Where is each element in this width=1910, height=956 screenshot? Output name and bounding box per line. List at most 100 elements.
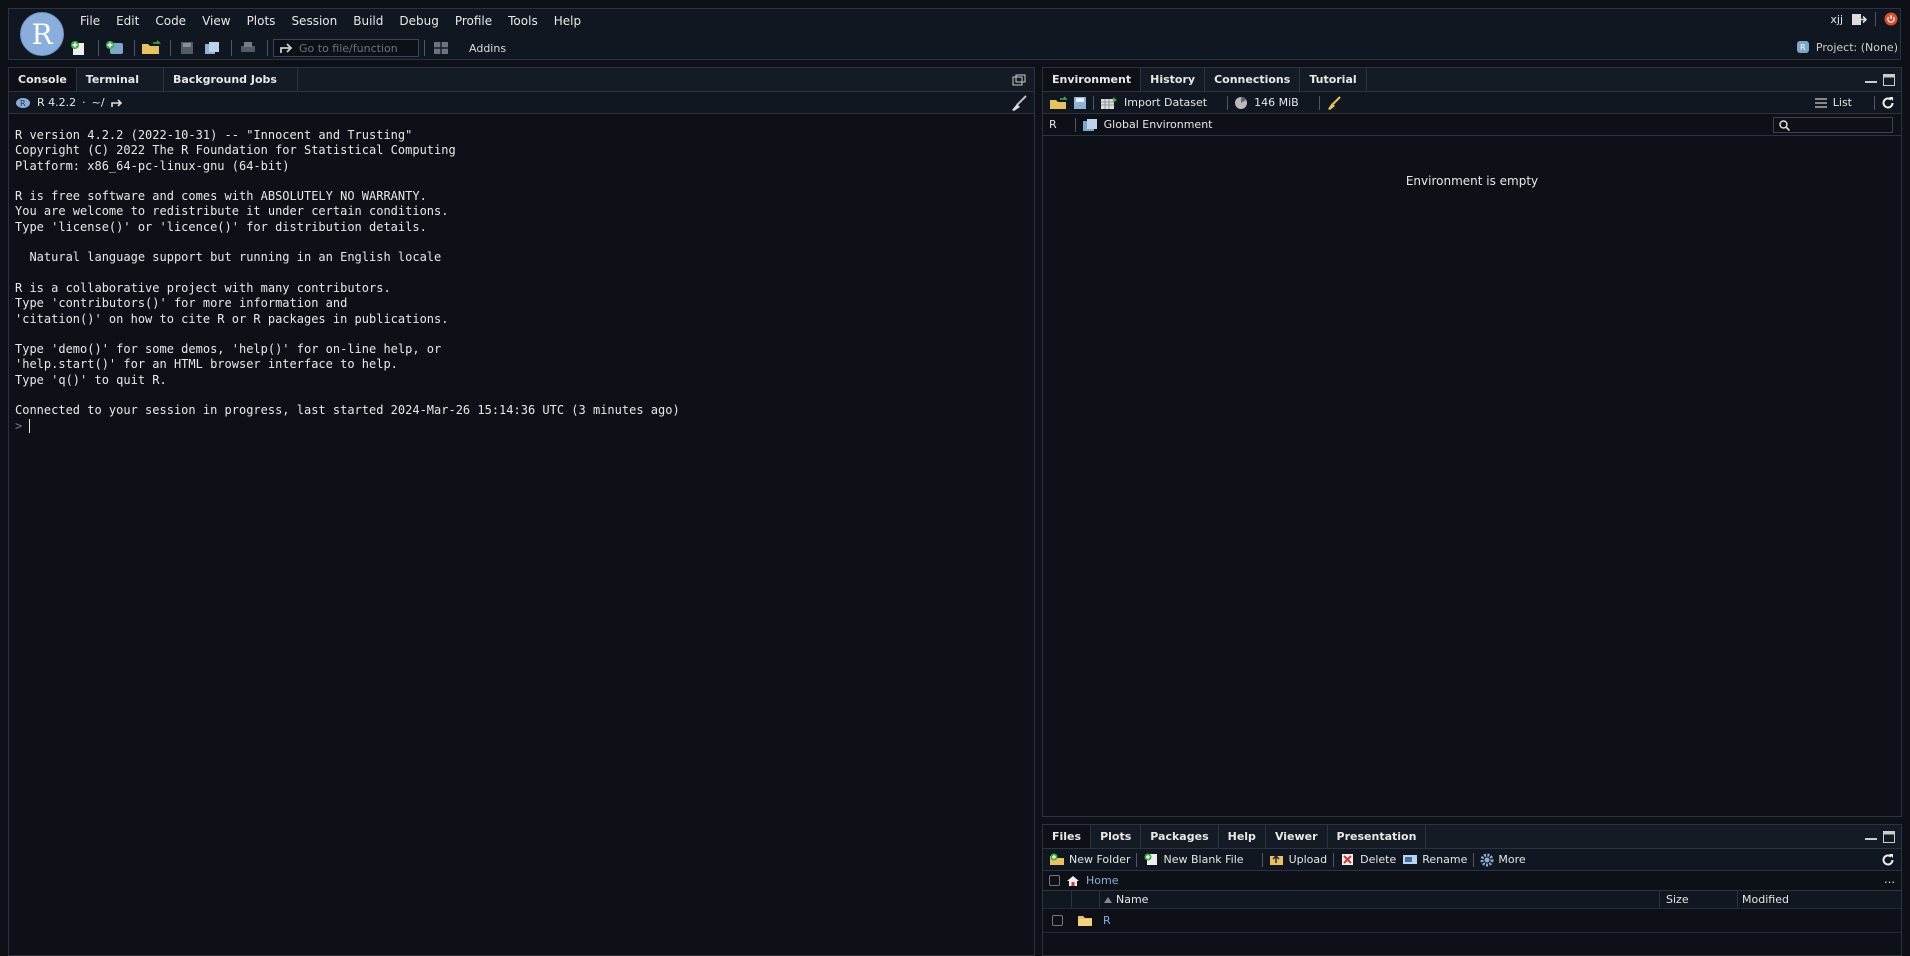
tab-packages[interactable]: Packages xyxy=(1141,825,1219,848)
open-file-button[interactable] xyxy=(140,39,162,57)
restore-pane-icon[interactable] xyxy=(1012,74,1026,86)
tab-viewer[interactable]: Viewer xyxy=(1266,825,1328,848)
console-pane: Console Terminal Background Jobs R R 4.2… xyxy=(8,67,1035,956)
tab-console[interactable]: Console xyxy=(9,68,77,91)
toolbar-divider xyxy=(231,40,232,56)
view-mode-dropdown[interactable]: List xyxy=(1833,96,1852,109)
menu-edit[interactable]: Edit xyxy=(108,12,147,30)
tab-help[interactable]: Help xyxy=(1219,825,1266,848)
maximize-pane-icon[interactable] xyxy=(1883,831,1895,843)
tab-files[interactable]: Files xyxy=(1043,825,1092,848)
environment-search-input[interactable] xyxy=(1773,117,1893,133)
menu-code[interactable]: Code xyxy=(147,12,194,30)
console-output-text: R version 4.2.2 (2022-10-31) -- "Innocen… xyxy=(15,128,680,418)
print-button[interactable] xyxy=(237,39,259,57)
r-logo: R xyxy=(20,12,64,56)
language-dropdown[interactable]: R xyxy=(1049,118,1057,131)
save-all-button[interactable] xyxy=(201,39,223,57)
new-blank-file-button[interactable]: New Blank File xyxy=(1143,853,1244,866)
menu-view[interactable]: View xyxy=(194,12,238,30)
toolbar-divider xyxy=(170,40,171,56)
environment-scope-dropdown[interactable]: Global Environment xyxy=(1104,118,1213,131)
tab-environment[interactable]: Environment xyxy=(1043,68,1142,91)
menu-help[interactable]: Help xyxy=(546,12,589,30)
menu-file[interactable]: File xyxy=(72,12,108,30)
menu-plots[interactable]: Plots xyxy=(239,12,284,30)
new-file-button[interactable] xyxy=(68,39,90,57)
pane-layout-button[interactable] xyxy=(430,39,452,57)
console-cursor xyxy=(29,419,31,434)
import-dataset-button[interactable]: Import Dataset xyxy=(1124,96,1207,109)
memory-usage-label[interactable]: 146 MiB xyxy=(1254,96,1299,109)
row-icon-cell xyxy=(1071,914,1099,927)
working-dir-label[interactable]: ~/ xyxy=(92,96,105,109)
tab-history[interactable]: History xyxy=(1141,68,1206,91)
load-workspace-icon[interactable] xyxy=(1049,95,1067,110)
memory-usage-icon xyxy=(1235,96,1248,109)
row-checkbox[interactable] xyxy=(1051,915,1063,926)
menu-profile[interactable]: Profile xyxy=(447,12,500,30)
minimize-pane-icon[interactable] xyxy=(1865,78,1877,84)
go-to-directory-ellipsis[interactable]: … xyxy=(1884,873,1895,886)
tab-terminal[interactable]: Terminal xyxy=(77,68,164,91)
refresh-icon[interactable] xyxy=(1881,96,1895,110)
project-menu[interactable]: R Project: (None) xyxy=(1796,40,1898,54)
delete-button[interactable]: Delete xyxy=(1340,853,1396,866)
select-all-checkbox[interactable] xyxy=(1049,875,1060,886)
toolbar-divider xyxy=(424,40,425,56)
new-folder-icon xyxy=(1050,853,1064,865)
menu-session[interactable]: Session xyxy=(283,12,345,30)
toolbar-divider xyxy=(267,40,268,56)
new-folder-button[interactable]: New Folder xyxy=(1049,853,1130,866)
minimize-pane-icon[interactable] xyxy=(1865,835,1877,841)
clear-objects-broom-icon[interactable] xyxy=(1326,95,1342,110)
search-icon xyxy=(1779,120,1790,131)
rename-button[interactable]: Rename xyxy=(1402,853,1467,866)
menu-tools[interactable]: Tools xyxy=(500,12,546,30)
column-name[interactable]: Name xyxy=(1099,891,1659,908)
maximize-pane-icon[interactable] xyxy=(1883,74,1895,86)
menu-build[interactable]: Build xyxy=(345,12,391,30)
tab-background-jobs[interactable]: Background Jobs xyxy=(164,68,298,91)
refresh-icon[interactable] xyxy=(1881,853,1895,867)
new-project-button[interactable] xyxy=(104,39,126,57)
r-logo-letter: R xyxy=(31,17,53,51)
files-toolbar-divider xyxy=(1136,852,1138,867)
delete-label: Delete xyxy=(1360,853,1397,866)
power-icon[interactable] xyxy=(1884,12,1898,26)
tab-connections[interactable]: Connections xyxy=(1205,68,1301,91)
addins-menu[interactable]: Addins xyxy=(469,42,506,55)
table-row[interactable]: R xyxy=(1043,909,1901,933)
toolbar-divider xyxy=(134,40,135,56)
go-to-dir-arrow-icon[interactable] xyxy=(110,98,123,108)
grid-layout-icon xyxy=(434,42,448,54)
column-size[interactable]: Size xyxy=(1659,891,1737,908)
console-subbar: R R 4.2.2 · ~/ xyxy=(9,92,1034,114)
save-workspace-icon[interactable] xyxy=(1073,96,1087,110)
user-name: xjj xyxy=(1830,12,1843,26)
breadcrumb-home[interactable]: Home xyxy=(1086,874,1118,887)
files-table-header: Name Size Modified xyxy=(1043,891,1901,909)
more-button[interactable]: More xyxy=(1480,853,1526,867)
menu-debug[interactable]: Debug xyxy=(391,12,446,30)
go-to-file-input[interactable]: Go to file/function xyxy=(273,39,419,57)
sign-out-icon[interactable] xyxy=(1851,13,1867,26)
env-toolbar-divider xyxy=(1093,95,1094,110)
column-modified[interactable]: Modified xyxy=(1737,891,1901,908)
save-icon xyxy=(181,42,193,54)
path-dot: · xyxy=(82,96,86,109)
row-name[interactable]: R xyxy=(1099,914,1659,927)
list-view-icon xyxy=(1814,97,1827,108)
tab-plots[interactable]: Plots xyxy=(1091,825,1142,848)
upload-button[interactable]: Upload xyxy=(1269,853,1327,866)
rename-label: Rename xyxy=(1422,853,1468,866)
console-output[interactable]: R version 4.2.2 (2022-10-31) -- "Innocen… xyxy=(9,116,1034,955)
delete-icon xyxy=(1342,854,1354,865)
save-button[interactable] xyxy=(176,39,198,57)
upload-icon xyxy=(1269,855,1283,865)
environment-toolbar: Import Dataset 146 MiB List xyxy=(1043,92,1901,114)
tab-tutorial[interactable]: Tutorial xyxy=(1300,68,1367,91)
clear-console-broom-icon[interactable] xyxy=(1010,95,1028,111)
import-dataset-icon xyxy=(1101,96,1117,109)
tab-presentation[interactable]: Presentation xyxy=(1328,825,1427,848)
